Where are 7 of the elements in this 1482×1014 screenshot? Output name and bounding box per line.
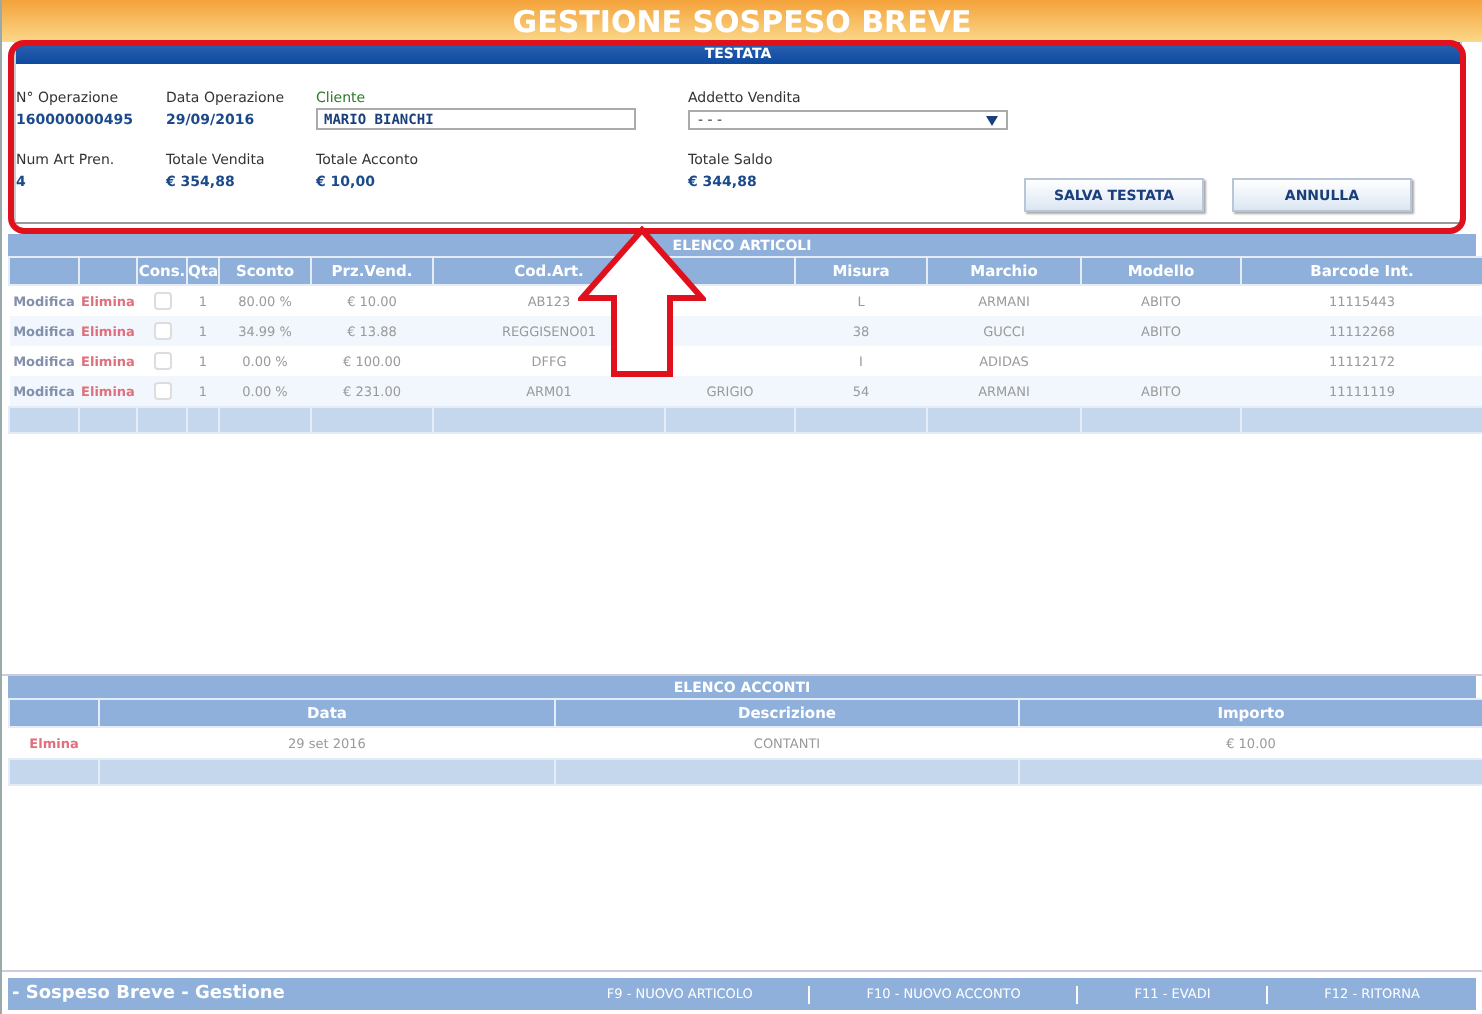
checkbox[interactable] bbox=[153, 292, 171, 310]
window-title: GESTIONE SOSPESO BREVE bbox=[512, 3, 972, 39]
checkbox[interactable] bbox=[153, 382, 171, 400]
checkbox[interactable] bbox=[153, 322, 171, 340]
status-title: - Sospeso Breve - Gestione bbox=[10, 984, 287, 1004]
checkbox[interactable] bbox=[153, 352, 171, 370]
dropdown-arrow-icon bbox=[986, 115, 998, 125]
